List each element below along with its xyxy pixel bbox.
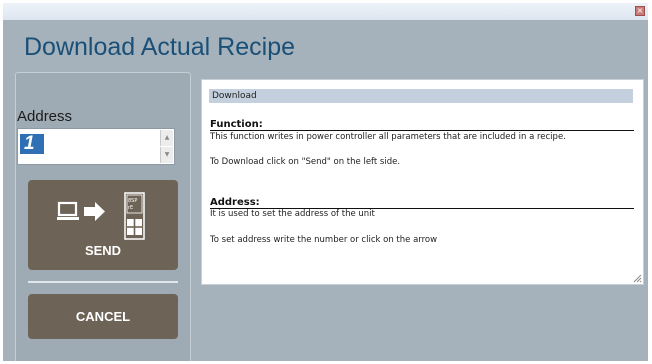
close-icon[interactable]: ×: [635, 6, 645, 16]
address-stepper[interactable]: ▲ ▼: [17, 128, 175, 165]
address-instruction: To set address write the number or click…: [210, 235, 438, 245]
address-label: Address: [17, 108, 73, 125]
cancel-button[interactable]: CANCEL: [28, 294, 178, 339]
spin-down-icon[interactable]: ▼: [160, 147, 173, 163]
spin-up-icon[interactable]: ▲: [160, 130, 173, 146]
send-button[interactable]: 8SP rE SEND: [28, 180, 178, 270]
svg-text:rE: rE: [128, 205, 133, 211]
help-panel[interactable]: Download Function: This function writes …: [201, 79, 644, 285]
title-bar[interactable]: ×: [3, 3, 648, 20]
address-description: It is used to set the address of the uni…: [210, 209, 375, 219]
send-label: SEND: [84, 243, 122, 258]
panel-divider: [28, 281, 178, 283]
help-header: Download: [209, 89, 633, 103]
function-description: This function writes in power controller…: [210, 132, 566, 142]
address-heading: Address:: [210, 197, 634, 209]
function-heading: Function:: [210, 119, 634, 131]
download-recipe-window: × Download Actual Recipe Address ▲ ▼ 8SP…: [3, 3, 648, 361]
resize-grip-icon[interactable]: [632, 273, 642, 283]
address-input[interactable]: [20, 134, 44, 154]
svg-text:8SP: 8SP: [128, 198, 137, 204]
function-instruction: To Download click on "Send" on the left …: [210, 157, 401, 167]
page-title: Download Actual Recipe: [24, 33, 295, 61]
laptop-to-controller-icon: 8SP rE: [57, 192, 145, 240]
